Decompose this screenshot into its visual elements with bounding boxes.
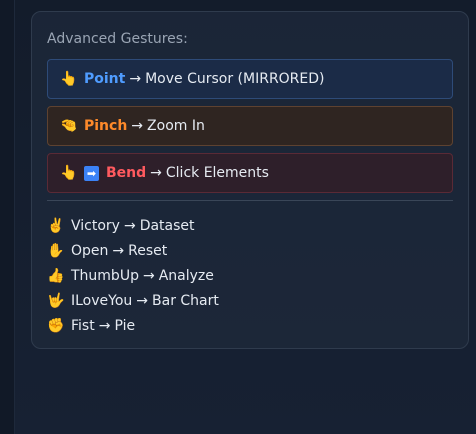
arrow-icon: →: [112, 242, 125, 259]
arrow-icon: →: [142, 267, 155, 284]
arrow-icon: →: [129, 71, 142, 87]
fist-icon: ✊: [47, 317, 65, 334]
love-you-hand-icon: 🤟: [47, 292, 65, 309]
arrow-icon: →: [150, 165, 162, 181]
gesture-action: Analyze: [158, 267, 214, 284]
gesture-name: Victory: [71, 217, 120, 234]
gesture-name: ThumbUp: [71, 267, 139, 284]
gesture-action: Bar Chart: [152, 292, 219, 309]
list-item-victory: ✌️ Victory → Dataset: [47, 213, 453, 238]
list-item-thumbup: 👍 ThumbUp → Analyze: [47, 263, 453, 288]
gesture-card-point: 👆 Point → Move Cursor (MIRRORED): [47, 59, 453, 99]
list-item-iloveyou: 🤟 ILoveYou → Bar Chart: [47, 288, 453, 313]
arrow-icon: →: [123, 217, 136, 234]
right-arrow-icon: ➡: [84, 165, 99, 181]
pinch-hand-icon: 🤏: [60, 118, 78, 134]
gesture-name: Open: [71, 242, 109, 259]
gesture-action: Reset: [128, 242, 168, 259]
gesture-action-bend: Click Elements: [165, 165, 269, 181]
victory-hand-icon: ✌️: [47, 217, 65, 234]
left-panel-edge: [0, 0, 15, 434]
gesture-card-bend: 👆 ➡ Bend → Click Elements: [47, 153, 453, 193]
gesture-action-point: Move Cursor (MIRRORED): [145, 71, 325, 87]
arrow-icon: →: [136, 292, 149, 309]
gesture-list: ✌️ Victory → Dataset ✋ Open → Reset 👍 Th…: [47, 213, 453, 338]
gesture-keyword-bend: Bend: [106, 165, 147, 181]
divider: [47, 200, 453, 201]
thumbs-up-icon: 👍: [47, 267, 65, 284]
gesture-name: ILoveYou: [71, 292, 133, 309]
list-item-fist: ✊ Fist → Pie: [47, 313, 453, 338]
gesture-keyword-point: Point: [84, 71, 126, 87]
gesture-name: Fist: [71, 317, 95, 334]
pointing-hand-icon: 👆: [60, 165, 78, 181]
gesture-action-pinch: Zoom In: [147, 118, 205, 134]
gesture-keyword-pinch: Pinch: [84, 118, 128, 134]
list-item-open: ✋ Open → Reset: [47, 238, 453, 263]
gesture-card-pinch: 🤏 Pinch → Zoom In: [47, 106, 453, 146]
gesture-action: Pie: [114, 317, 136, 334]
panel-title: Advanced Gestures:: [47, 31, 188, 47]
open-hand-icon: ✋: [47, 242, 65, 259]
arrow-icon: →: [98, 317, 111, 334]
pointing-hand-icon: 👆: [60, 71, 78, 87]
advanced-gestures-panel: Advanced Gestures: 👆 Point → Move Cursor…: [31, 11, 469, 349]
arrow-icon: →: [131, 118, 144, 134]
gesture-action: Dataset: [139, 217, 195, 234]
